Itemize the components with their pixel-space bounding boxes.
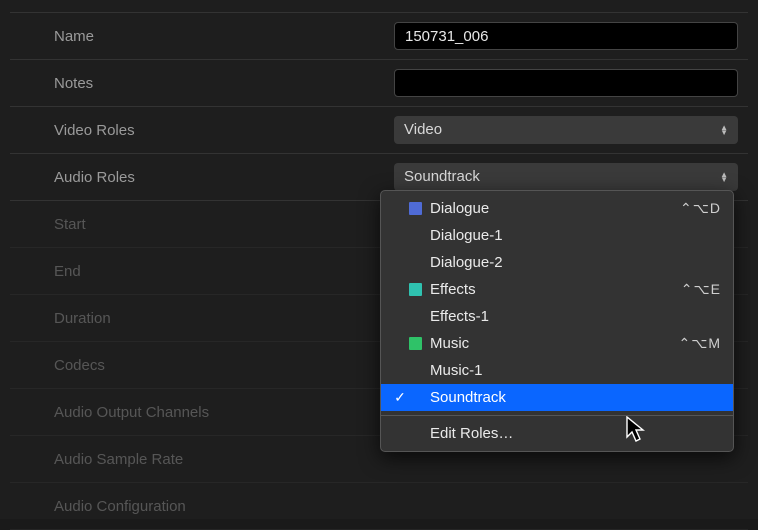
- label-start: Start: [10, 216, 394, 233]
- label-audio-configuration: Audio Configuration: [10, 498, 394, 515]
- row-audio-configuration: Audio Configuration: [10, 483, 748, 530]
- menu-item-dialogue-1[interactable]: Dialogue-1: [381, 222, 733, 249]
- menu-item-label: Effects: [430, 281, 681, 298]
- menu-item-soundtrack[interactable]: ✓ Soundtrack: [381, 384, 733, 411]
- name-input[interactable]: 150731_006: [394, 22, 738, 50]
- label-codecs: Codecs: [10, 357, 394, 374]
- menu-item-music-1[interactable]: Music-1: [381, 357, 733, 384]
- color-swatch: [409, 283, 422, 296]
- row-name: Name 150731_006: [10, 13, 748, 60]
- row-video-roles: Video Roles Video ▲▼: [10, 107, 748, 154]
- label-notes: Notes: [10, 75, 394, 92]
- notes-input[interactable]: [394, 69, 738, 97]
- menu-item-label: Music: [430, 335, 678, 352]
- menu-item-label: Dialogue: [430, 200, 680, 217]
- menu-item-label: Edit Roles…: [430, 425, 721, 442]
- menu-item-dialogue-2[interactable]: Dialogue-2: [381, 249, 733, 276]
- check-icon: ✓: [391, 389, 409, 406]
- color-swatch: [409, 337, 422, 350]
- video-roles-select[interactable]: Video ▲▼: [394, 116, 738, 144]
- menu-item-effects-1[interactable]: Effects-1: [381, 303, 733, 330]
- video-roles-value: Video: [404, 116, 442, 144]
- label-audio-roles: Audio Roles: [10, 169, 394, 186]
- label-video-roles: Video Roles: [10, 122, 394, 139]
- label-name: Name: [10, 28, 394, 45]
- label-audio-sample-rate: Audio Sample Rate: [10, 451, 394, 468]
- menu-item-label: Soundtrack: [430, 389, 721, 406]
- menu-item-shortcut: ⌃⌥D: [680, 200, 721, 217]
- color-swatch: [409, 202, 422, 215]
- label-audio-output-channels: Audio Output Channels: [10, 404, 394, 421]
- menu-item-dialogue[interactable]: Dialogue ⌃⌥D: [381, 195, 733, 222]
- select-arrows-icon: ▲▼: [720, 172, 728, 182]
- menu-item-music[interactable]: Music ⌃⌥M: [381, 330, 733, 357]
- audio-roles-select[interactable]: Soundtrack ▲▼: [394, 163, 738, 191]
- row-notes: Notes: [10, 60, 748, 107]
- menu-item-label: Effects-1: [430, 308, 721, 325]
- label-duration: Duration: [10, 310, 394, 327]
- select-arrows-icon: ▲▼: [720, 125, 728, 135]
- menu-separator: [381, 415, 733, 416]
- menu-item-label: Dialogue-2: [430, 254, 721, 271]
- menu-item-label: Dialogue-1: [430, 227, 721, 244]
- menu-item-shortcut: ⌃⌥M: [678, 335, 721, 352]
- menu-item-edit-roles[interactable]: Edit Roles…: [381, 420, 733, 447]
- audio-roles-dropdown: Dialogue ⌃⌥D Dialogue-1 Dialogue-2 Effec…: [380, 190, 734, 452]
- audio-roles-value: Soundtrack: [404, 163, 480, 191]
- label-end: End: [10, 263, 394, 280]
- menu-item-shortcut: ⌃⌥E: [681, 281, 721, 298]
- menu-item-label: Music-1: [430, 362, 721, 379]
- menu-item-effects[interactable]: Effects ⌃⌥E: [381, 276, 733, 303]
